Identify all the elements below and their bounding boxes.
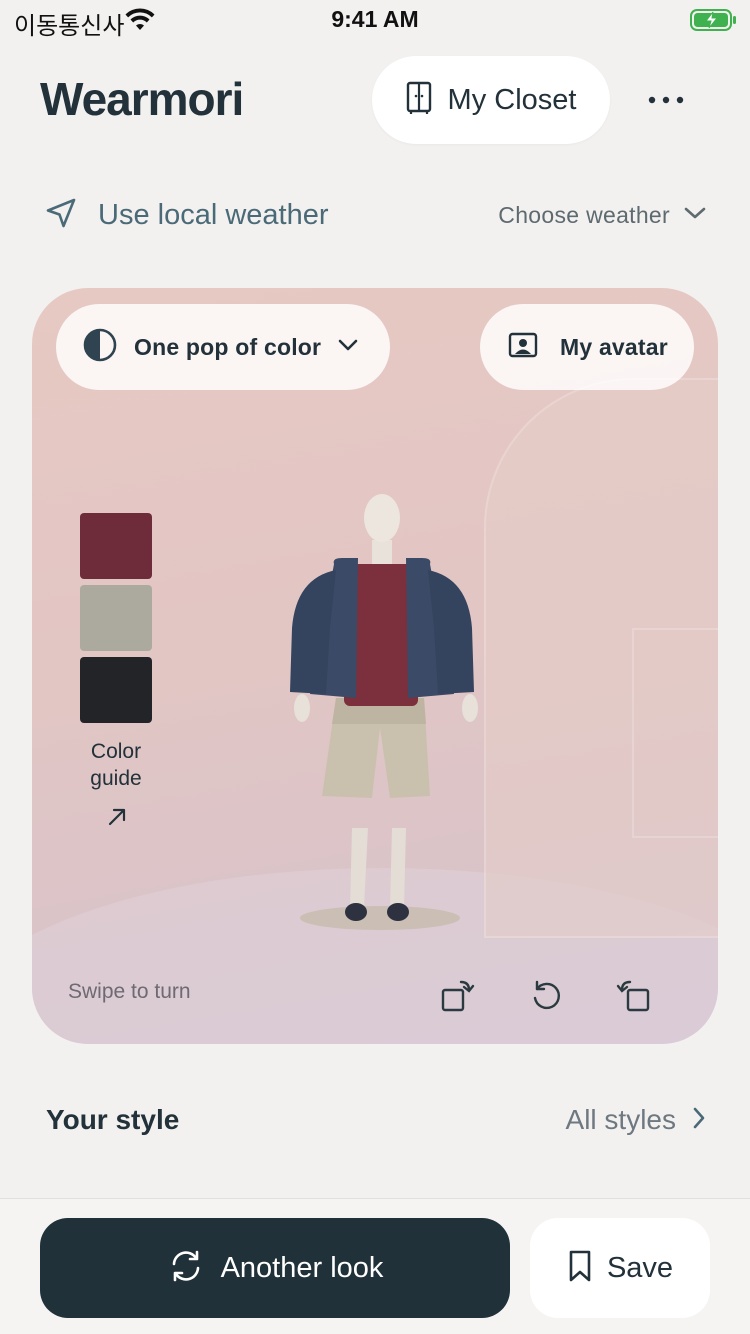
- your-style-heading: Your style: [46, 1104, 180, 1135]
- window-backdrop: [632, 628, 718, 838]
- half-circle-contrast-icon: [82, 327, 118, 368]
- arrow-up-right-icon[interactable]: [106, 806, 128, 833]
- avatar-stage[interactable]: One pop of color My avatar Color guide S…: [32, 288, 718, 1044]
- refresh-icon: [167, 1247, 205, 1290]
- choose-weather-dropdown[interactable]: Choose weather: [498, 202, 706, 229]
- style-mode-label: One pop of color: [134, 333, 322, 360]
- color-swatch: [80, 585, 152, 651]
- rotate-right-icon[interactable]: [614, 976, 654, 1016]
- rotate-left-icon[interactable]: [437, 976, 477, 1016]
- choose-weather-label: Choose weather: [498, 202, 670, 228]
- another-look-button[interactable]: Another look: [40, 1218, 510, 1318]
- chevron-right-icon: [692, 1107, 706, 1134]
- color-swatch: [80, 513, 152, 579]
- color-swatch: [80, 657, 152, 723]
- color-swatches: [80, 513, 152, 729]
- chevron-down-icon: [337, 338, 359, 357]
- save-button[interactable]: Save: [530, 1218, 710, 1318]
- all-styles-link[interactable]: All styles: [566, 1104, 706, 1136]
- bookmark-icon: [567, 1249, 593, 1288]
- another-look-label: Another look: [220, 1251, 384, 1284]
- clock: 9:41 AM: [331, 6, 419, 32]
- use-local-weather-label: Use local weather: [98, 199, 329, 231]
- my-avatar-button[interactable]: My avatar: [480, 304, 694, 390]
- color-guide-label: Color guide: [90, 740, 142, 790]
- my-closet-button[interactable]: My Closet: [372, 56, 610, 144]
- my-avatar-label: My avatar: [560, 333, 668, 360]
- location-arrow-icon: [44, 196, 78, 235]
- save-label: Save: [606, 1251, 674, 1284]
- all-styles-label: All styles: [565, 1104, 676, 1135]
- color-guide-link[interactable]: Color guide: [68, 738, 164, 792]
- status-bar: 이동통신사 9:41 AM: [0, 0, 750, 40]
- swipe-hint: Swipe to turn: [68, 980, 191, 1003]
- my-closet-label: My Closet: [447, 83, 577, 116]
- more-dots-icon: [648, 91, 684, 109]
- use-local-weather-button[interactable]: Use local weather: [44, 196, 329, 235]
- app-brand-logo: Wearmori: [40, 73, 244, 125]
- avatar-3d-model[interactable]: [272, 488, 492, 948]
- more-options-button[interactable]: [640, 82, 692, 118]
- chevron-down-icon: [684, 206, 706, 225]
- battery-charging-icon: [690, 8, 738, 37]
- portrait-icon: [508, 332, 538, 363]
- wardrobe-icon: [406, 81, 432, 120]
- reset-rotation-icon[interactable]: [526, 976, 566, 1016]
- style-mode-dropdown[interactable]: One pop of color: [56, 304, 390, 390]
